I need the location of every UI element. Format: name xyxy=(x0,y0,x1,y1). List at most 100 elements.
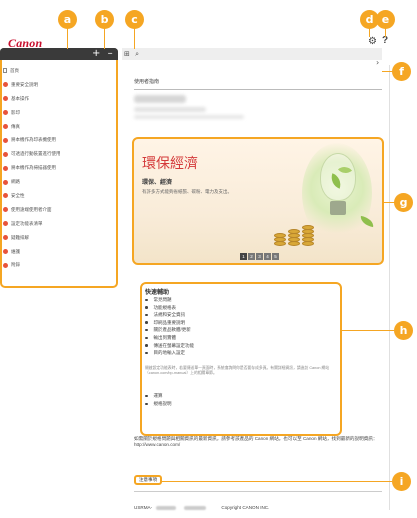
quick-help-link[interactable]: 規格說明 xyxy=(145,400,172,408)
sidebar-item[interactable]: 可透過行動裝置進行使用 xyxy=(2,147,116,161)
sidebar-item-label: 網路 xyxy=(11,179,20,185)
dot-icon xyxy=(3,165,8,171)
callout-c: c xyxy=(125,10,144,29)
sidebar-item[interactable]: 網路 xyxy=(2,175,116,189)
sidebar-item[interactable]: 安全性 xyxy=(2,189,116,203)
callout-e: e xyxy=(376,10,395,29)
sidebar-item[interactable]: 設定功能表清單 xyxy=(2,217,116,231)
sidebar-item[interactable]: 附錄 xyxy=(2,258,116,272)
sidebar-item[interactable]: 維護 xyxy=(2,245,116,259)
quick-help-link-label: 印刷品重要說明 xyxy=(153,319,186,325)
quick-help-link[interactable]: 印刷品重要說明 xyxy=(145,319,335,327)
banner-subtitle: 環保、經濟 xyxy=(142,180,173,186)
sidebar-item[interactable]: 影印 xyxy=(2,106,116,120)
dot-icon xyxy=(3,193,8,199)
callout-h-line xyxy=(342,330,394,331)
sidebar-item[interactable]: 將本機作為掃描器使用 xyxy=(2,161,116,175)
sidebar-item[interactable]: 使用遠端使用者介面 xyxy=(2,203,116,217)
dot-icon xyxy=(3,249,8,255)
callout-a: a xyxy=(58,10,77,29)
bullet-icon xyxy=(145,344,148,347)
quick-help-link[interactable]: 關於產品軟體/更新 xyxy=(145,326,335,334)
callout-c-line xyxy=(134,27,135,49)
document-icon xyxy=(3,68,7,74)
banner-page-button[interactable]: 3 xyxy=(256,253,263,260)
banner-page-button[interactable]: 1 xyxy=(240,253,247,260)
main-toolbar-icons: ⊞ ⌕ xyxy=(124,48,139,60)
search-icon[interactable]: ⌕ xyxy=(135,50,139,58)
bullet-icon xyxy=(145,313,148,317)
quick-help-link[interactable]: 法規和安全資訊 xyxy=(145,311,335,319)
sidebar-item[interactable]: 疑難排解 xyxy=(2,231,116,245)
chevron-right-icon[interactable]: › xyxy=(376,58,379,67)
dot-icon xyxy=(3,151,8,157)
quick-help-link-label: 常見問題 xyxy=(153,297,172,302)
content-border xyxy=(389,65,390,510)
sidebar-item[interactable]: 將本機作為印表機使用 xyxy=(2,133,116,147)
bullet-icon xyxy=(145,351,148,355)
quick-help-link[interactable]: 功能規格表 xyxy=(145,304,335,312)
sidebar-item-label: 基本操作 xyxy=(11,95,29,101)
sidebar-item-label: 維護 xyxy=(11,248,20,254)
sidebar-item[interactable]: 傳真 xyxy=(2,120,116,134)
blurred-model-name xyxy=(134,95,186,103)
banner-page-button[interactable]: 2 xyxy=(248,253,255,260)
quick-help-link-label: 目的地輸入設定 xyxy=(153,350,186,356)
quick-help-link[interactable]: 傳送在螢幕設定功能 xyxy=(145,342,335,350)
gear-icon[interactable]: ⚙ xyxy=(368,36,377,47)
quick-help-link-label: 規格說明 xyxy=(153,401,172,406)
dot-icon xyxy=(3,179,8,185)
callout-a-line xyxy=(67,27,68,49)
banner-page-button[interactable]: 4 xyxy=(264,253,271,260)
dot-icon xyxy=(3,124,8,129)
lightbulb-base xyxy=(330,201,346,215)
coins-image xyxy=(272,221,326,249)
quick-help-link[interactable]: 輸出到實體 xyxy=(145,334,335,342)
footer-divider xyxy=(134,491,382,492)
model-code: USRMA- xyxy=(134,505,153,510)
banner-pager: 12345 xyxy=(240,253,279,260)
quick-help-link-label: 運算 xyxy=(153,393,163,398)
sidebar-item-label: 安全性 xyxy=(11,192,25,198)
sidebar-item[interactable]: 首頁 xyxy=(2,64,116,78)
dot-icon xyxy=(3,110,8,116)
sidebar-item-label: 附錄 xyxy=(11,262,20,268)
footer-info-text: 如需關於規格問題與相關資訊的最新資訊，請參考該產品的 Canon 網站。也可以至… xyxy=(134,436,378,448)
callout-b-line xyxy=(104,27,105,49)
bullet-icon xyxy=(145,402,148,406)
copyright-text: Copyright CANON INC. xyxy=(221,505,270,510)
banner-title: 環保經濟 xyxy=(142,156,198,172)
quick-help-list: 常見問題功能規格表法規和安全資訊 印刷品重要說明 關於產品軟體/更新 輸出到實體 傳送在… xyxy=(145,296,335,357)
title-divider xyxy=(134,89,382,90)
sidebar-item[interactable]: 重要安全說明 xyxy=(2,78,116,92)
expand-collapse-controls: + – xyxy=(92,48,116,60)
quick-help-link[interactable]: 常見問題 xyxy=(145,296,335,304)
eco-banner[interactable]: 環保經濟 環保、經濟 有許多方式能夠省紙張、碳粉、電力及支出。 12345 xyxy=(132,137,384,265)
copyright-line: USRMA- Copyright CANON INC. xyxy=(134,505,269,510)
dot-icon xyxy=(3,207,8,213)
callout-i-line xyxy=(162,481,392,482)
callout-g: g xyxy=(394,193,413,212)
dot-icon xyxy=(3,262,8,268)
sidebar-item-label: 影印 xyxy=(11,109,20,115)
sidebar-nav: 首頁 重要安全說明基本操作影印傳真 將本機作為印表機使用 可透過行動裝置進行使用 將本機… xyxy=(2,64,116,272)
quick-help-link[interactable]: 目的地輸入設定 xyxy=(145,349,335,357)
expand-all-button[interactable]: + xyxy=(92,48,100,59)
dot-icon xyxy=(3,96,8,102)
quick-help-link-label: 功能規格表 xyxy=(153,304,177,310)
zoom-in-icon[interactable]: ⊞ xyxy=(124,50,130,58)
notice-button[interactable]: 注意事項 xyxy=(134,475,162,485)
sidebar-item[interactable]: 基本操作 xyxy=(2,92,116,106)
bullet-icon xyxy=(145,298,148,302)
callout-h: h xyxy=(394,321,413,340)
bullet-icon xyxy=(145,328,148,332)
banner-description: 有許多方式能夠省紙張、碳粉、電力及支出。 xyxy=(142,189,232,194)
collapse-all-button[interactable]: – xyxy=(108,48,113,59)
banner-page-button[interactable]: 5 xyxy=(272,253,279,260)
callout-i: i xyxy=(392,472,411,491)
quick-help-title: 快速輔助 xyxy=(145,290,170,296)
bullet-icon xyxy=(145,321,148,324)
quick-help-link[interactable]: 運算 xyxy=(145,392,172,400)
quick-help-link-label: 法規和安全資訊 xyxy=(153,312,186,318)
callout-b: b xyxy=(95,10,114,29)
